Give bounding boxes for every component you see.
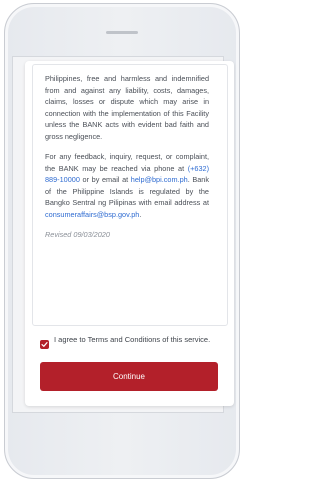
agree-checkbox[interactable] <box>40 340 49 349</box>
agree-label[interactable]: I agree to Terms and Conditions of this … <box>54 334 224 345</box>
terms-paragraph-contact: For any feedback, inquiry, request, or c… <box>45 151 209 220</box>
agree-row: I agree to Terms and Conditions of this … <box>40 334 225 358</box>
continue-button[interactable]: Continue <box>40 362 218 391</box>
contact-text-4: . <box>139 209 142 219</box>
revised-date: Revised 09/03/2020 <box>45 230 110 239</box>
regulator-email-link[interactable]: consumeraffairs@bsp.gov.ph <box>45 210 139 219</box>
email-link[interactable]: help@bpi.com.ph <box>131 175 188 184</box>
phone-speaker <box>106 31 138 34</box>
terms-card: Philippines, free and harmless and indem… <box>25 61 234 406</box>
contact-text-1: For any feedback, inquiry, request, or c… <box>45 152 209 173</box>
contact-text-2: or by email at <box>79 175 131 184</box>
terms-paragraph-liability: Philippines, free and harmless and indem… <box>45 74 209 141</box>
checkmark-icon <box>41 342 48 347</box>
terms-content: Philippines, free and harmless and indem… <box>45 73 209 250</box>
